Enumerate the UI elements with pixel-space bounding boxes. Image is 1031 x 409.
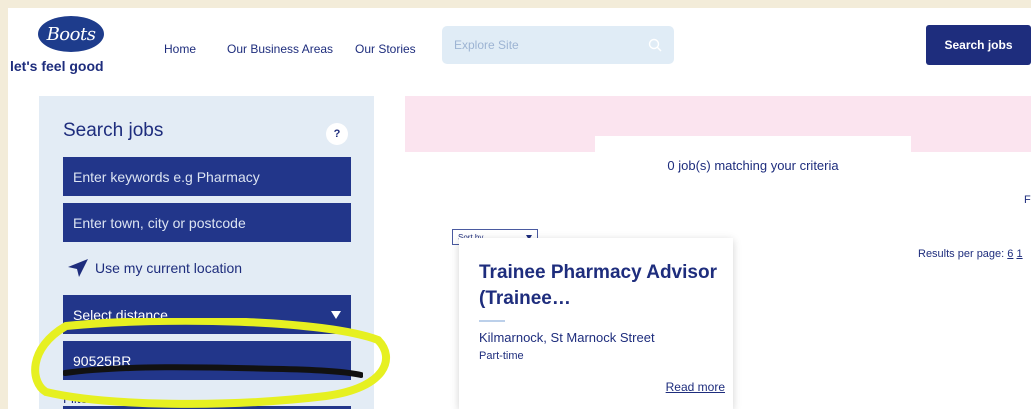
explore-site-search — [442, 26, 674, 64]
search-icon[interactable] — [648, 38, 662, 52]
search-jobs-button[interactable]: Search jobs — [926, 25, 1031, 65]
boots-logo-mark: Boots — [38, 16, 104, 52]
nav-home[interactable]: Home — [164, 42, 196, 56]
job-type: Part-time — [479, 350, 524, 362]
read-more-link[interactable]: Read more — [666, 380, 725, 394]
nav-our-stories[interactable]: Our Stories — [355, 42, 416, 56]
nav-our-business-areas[interactable]: Our Business Areas — [227, 42, 333, 56]
job-title[interactable]: Trainee Pharmacy Advisor (Trainee… — [479, 260, 727, 312]
results-per-page-label: Results per page: — [918, 248, 1005, 260]
careers-page: Boots let's feel good Home Our Business … — [8, 8, 1031, 409]
location-arrow-icon — [68, 259, 88, 277]
use-current-location-label: Use my current location — [95, 260, 243, 276]
truncated-edge-link[interactable]: F — [1024, 194, 1031, 206]
help-icon[interactable]: ? — [326, 123, 348, 145]
logo-tagline: let's feel good — [10, 58, 104, 74]
boots-logo[interactable]: Boots let's feel good — [8, 16, 128, 76]
use-current-location[interactable]: Use my current location — [67, 256, 242, 280]
job-location: Kilmarnock, St Marnock Street — [479, 330, 655, 345]
yellow-highlight-circle — [31, 318, 391, 408]
results-count-text: 0 job(s) matching your criteria — [667, 158, 839, 173]
per-page-option-1[interactable]: 1 — [1016, 248, 1022, 260]
panel-title: Search jobs — [63, 120, 164, 141]
per-page-option-6[interactable]: 6 — [1007, 248, 1013, 260]
explore-site-input[interactable] — [442, 26, 642, 64]
keywords-input[interactable] — [63, 157, 351, 196]
location-input[interactable] — [63, 203, 351, 242]
job-card[interactable]: Trainee Pharmacy Advisor (Trainee… Kilma… — [459, 238, 733, 409]
results-per-page: Results per page: 6 1 — [918, 248, 1023, 260]
job-title-underline — [479, 320, 505, 322]
